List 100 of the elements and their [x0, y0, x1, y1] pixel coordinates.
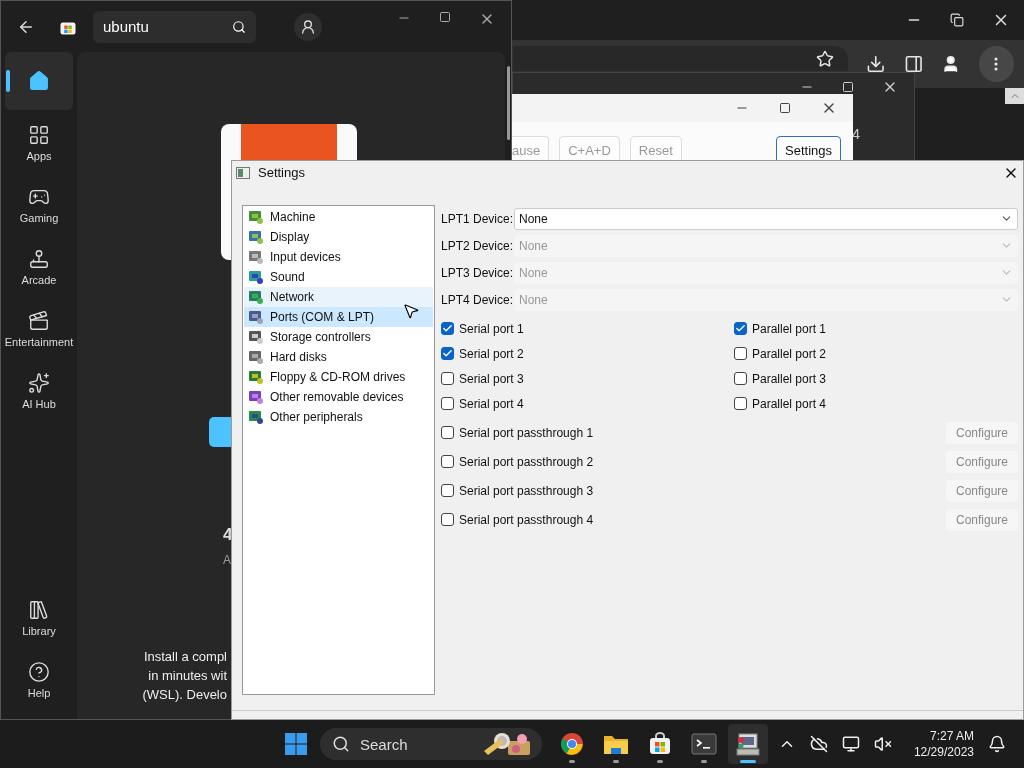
home-icon — [28, 70, 50, 92]
checkbox[interactable] — [734, 372, 747, 385]
category-item[interactable]: Other removable devices — [244, 387, 433, 407]
volume-muted-icon[interactable] — [873, 735, 892, 753]
category-icon — [248, 249, 264, 265]
search-field[interactable]: Search — [320, 728, 542, 760]
menu-button[interactable] — [978, 46, 1014, 82]
device-dropdown[interactable]: None — [514, 207, 1018, 230]
app-icon — [236, 166, 250, 179]
checkbox[interactable] — [441, 455, 454, 468]
search-icon[interactable] — [232, 19, 246, 34]
taskbar-app[interactable] — [728, 724, 768, 764]
nav-item[interactable] — [5, 52, 73, 110]
chrome-icon — [560, 732, 584, 756]
checkbox-label: Serial port passthrough 1 — [459, 425, 594, 440]
search-icon — [332, 735, 350, 753]
nav-label: Gaming — [19, 212, 59, 224]
checkbox[interactable] — [734, 397, 747, 410]
category-item[interactable]: Hard disks — [244, 347, 433, 367]
nav-item[interactable]: Help — [5, 651, 73, 709]
description-line: (WSL). Develo — [142, 686, 227, 704]
nav-label: Help — [27, 687, 51, 699]
library-icon — [28, 599, 50, 621]
cloud-off-icon[interactable] — [809, 735, 828, 753]
maximize-icon[interactable] — [439, 11, 451, 23]
nav-label: Entertainment — [4, 336, 74, 348]
category-item[interactable]: Network — [244, 287, 433, 307]
checkbox-label: Serial port passthrough 4 — [459, 512, 594, 527]
restore-icon[interactable] — [950, 13, 964, 27]
category-icon — [248, 229, 264, 245]
account-button[interactable] — [294, 12, 322, 41]
nav-label: Apps — [26, 150, 52, 162]
category-icon — [248, 289, 264, 305]
checkbox[interactable] — [441, 484, 454, 497]
category-item[interactable]: Ports (COM & LPT) — [244, 307, 433, 327]
app-subtitle: A — [223, 553, 232, 567]
help-icon — [28, 661, 50, 683]
maximize-icon[interactable] — [779, 102, 791, 114]
category-item[interactable]: Display — [244, 227, 433, 247]
nav-item[interactable]: Entertainment — [5, 300, 73, 358]
checkbox[interactable] — [441, 397, 454, 410]
checkbox-label: Parallel port 2 — [752, 346, 827, 361]
description-line: Install a compl — [143, 648, 227, 666]
checkbox-label: Serial port 3 — [459, 371, 524, 386]
category-item[interactable]: Storage controllers — [244, 327, 433, 347]
star-icon[interactable] — [816, 49, 835, 68]
checkbox[interactable] — [441, 347, 454, 360]
field-label: LPT1 Device: — [441, 211, 510, 226]
checkbox[interactable] — [441, 513, 454, 526]
app-title: 4 — [223, 525, 234, 545]
nav-item[interactable]: Arcade — [5, 238, 73, 296]
checkbox[interactable] — [734, 347, 747, 360]
checkbox-label: Serial port 1 — [459, 321, 524, 336]
category-item[interactable]: Machine — [244, 207, 433, 227]
search-field[interactable]: ubuntu — [93, 10, 256, 43]
checkbox-label: Parallel port 3 — [752, 371, 827, 386]
windows-logo-icon — [284, 732, 308, 756]
more-icon — [994, 57, 999, 71]
virtual-machine-icon — [735, 731, 761, 757]
user-icon — [300, 18, 316, 35]
category-item[interactable]: Floppy & CD-ROM drives — [244, 367, 433, 387]
nav-label: AI Hub — [22, 398, 56, 410]
notification-icon[interactable] — [988, 735, 1006, 753]
terminal-icon — [691, 733, 717, 755]
checkbox-label: Serial port passthrough 3 — [459, 483, 594, 498]
nav-item[interactable]: Apps — [5, 114, 73, 172]
network-icon[interactable] — [841, 735, 860, 753]
category-item[interactable]: Input devices — [244, 247, 433, 267]
checkbox[interactable] — [734, 322, 747, 335]
category-icon — [248, 309, 264, 325]
checkbox[interactable] — [441, 426, 454, 439]
dialog-title: Settings — [258, 165, 305, 180]
nav-item[interactable]: Gaming — [5, 176, 73, 234]
category-icon — [248, 329, 264, 345]
nav-item[interactable]: AI Hub — [5, 362, 73, 420]
field-label: LPT4 Device: — [441, 292, 510, 307]
description-line: in minutes wit — [148, 667, 227, 685]
checkbox[interactable] — [441, 372, 454, 385]
scrollbar-thumb[interactable] — [507, 66, 510, 140]
side-panel-icon[interactable] — [903, 54, 924, 74]
nav-item[interactable]: Library — [5, 589, 73, 647]
store-bag-icon — [648, 732, 672, 756]
category-icon — [248, 369, 264, 385]
clock[interactable]: 7:27 AM 12/29/2023 — [913, 728, 974, 760]
category-icon — [248, 389, 264, 405]
category-item[interactable]: Other peripherals — [244, 407, 433, 427]
mouse-pointer-icon — [402, 302, 420, 320]
checkbox-label: Serial port 2 — [459, 346, 524, 361]
checkbox-label: Parallel port 1 — [752, 321, 827, 336]
category-item[interactable]: Sound — [244, 267, 433, 287]
nav-label: Library — [22, 625, 56, 637]
checkbox[interactable] — [441, 322, 454, 335]
download-icon[interactable] — [866, 54, 886, 74]
category-icon — [248, 349, 264, 365]
joystick-icon — [28, 248, 50, 270]
checkbox-label: Serial port 4 — [459, 396, 524, 411]
field-label: LPT3 Device: — [441, 265, 510, 280]
apps-icon — [28, 124, 50, 146]
field-label: LPT2 Device: — [441, 238, 510, 253]
category-icon — [248, 209, 264, 225]
